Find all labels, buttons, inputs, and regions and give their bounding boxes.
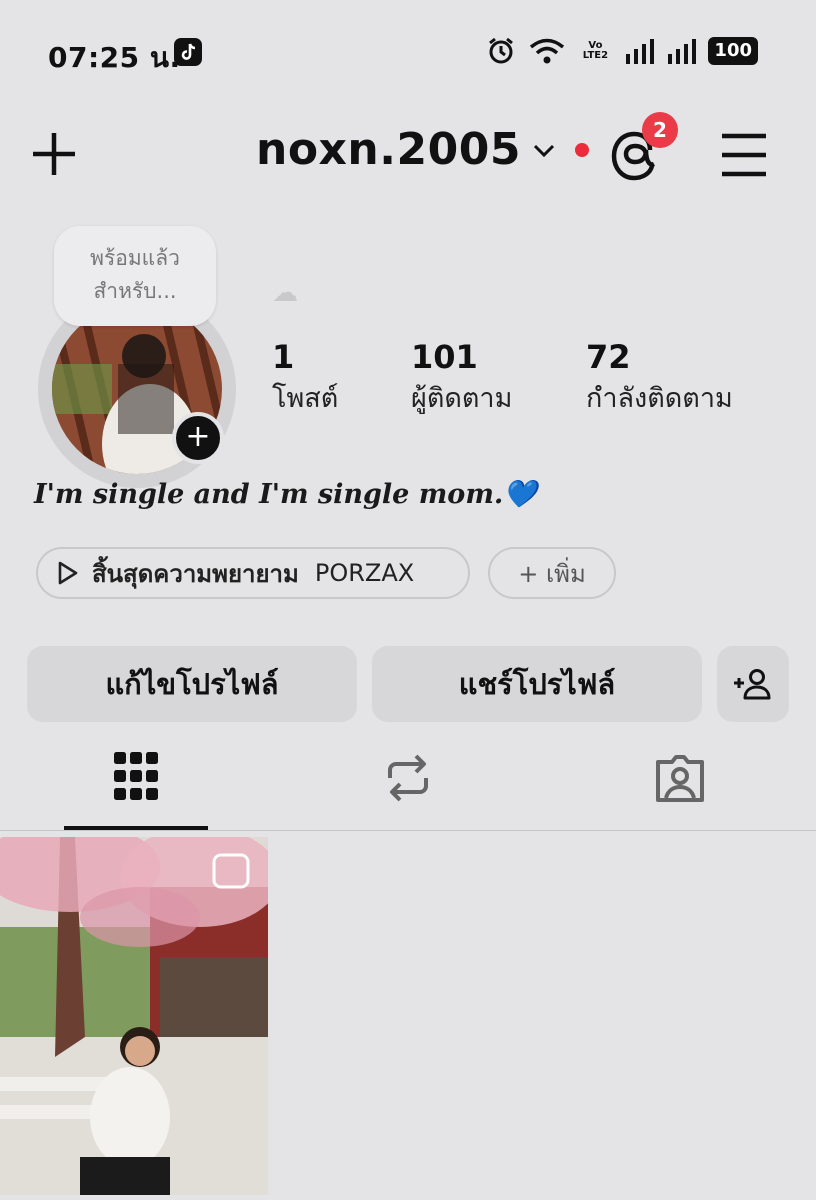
stat-value: 101 (411, 338, 478, 376)
cloud-icon: ☁ (272, 278, 298, 308)
add-user-icon (734, 669, 771, 700)
grid-icon (114, 752, 158, 800)
add-story-button[interactable]: + (172, 412, 224, 464)
notification-dot (574, 142, 589, 157)
account-switcher[interactable]: noxn.2005 (256, 124, 589, 175)
chevron-down-icon[interactable] (531, 140, 557, 160)
wifi-icon (530, 38, 565, 64)
stat-posts[interactable]: 1 โพสต์ (272, 338, 338, 419)
stat-value: 1 (272, 338, 295, 376)
stat-following[interactable]: 72 กำลังติดตาม (586, 338, 733, 419)
status-icons: Vo LTE2 100 (486, 36, 758, 66)
tab-divider (0, 830, 816, 831)
tagged-icon (656, 755, 704, 802)
bio-text: I'm single and I'm single mom.💙 (34, 479, 537, 510)
note-text-line1: พร้อมแล้ว (90, 246, 180, 270)
music-title: สิ้นสุดความพยายาม (92, 559, 299, 588)
stat-followers[interactable]: 101 ผู้ติดตาม (411, 338, 512, 419)
stat-label: โพสต์ (272, 383, 339, 414)
hamburger-menu-icon[interactable] (720, 132, 768, 178)
stat-label: ผู้ติดตาม (411, 383, 513, 414)
alarm-icon (489, 37, 514, 64)
reposts-tab[interactable] (384, 752, 432, 808)
note-bubble[interactable]: พร้อมแล้ว สำหรับ... (54, 226, 216, 326)
grid-tab[interactable] (112, 750, 160, 808)
volte-icon: Vo LTE2 (582, 40, 609, 61)
music-artist: PORZAX (314, 559, 415, 587)
username[interactable]: noxn.2005 (256, 124, 521, 175)
battery-indicator: 100 (708, 37, 758, 65)
signal-icon (668, 39, 697, 64)
stat-value: 72 (586, 338, 631, 376)
post-thumbnail[interactable] (0, 837, 268, 1195)
signal-icon (626, 39, 655, 64)
threads-badge: 2 (642, 112, 678, 148)
plus-icon[interactable] (30, 130, 78, 178)
share-profile-button[interactable]: แชร์โปรไฟล์ (372, 646, 702, 722)
music-pill[interactable]: สิ้นสุดความพยายาม PORZAX (36, 547, 470, 599)
note-text-line2: สำหรับ... (93, 279, 177, 303)
tagged-tab[interactable] (654, 752, 706, 808)
play-icon (58, 561, 78, 585)
reposts-icon (388, 754, 428, 802)
edit-profile-button[interactable]: แก้ไขโปรไฟล์ (27, 646, 357, 722)
tiktok-icon (174, 38, 202, 66)
add-user-button[interactable] (717, 646, 789, 722)
add-link-button[interactable]: + เพิ่ม (488, 547, 616, 599)
status-time: 07:25 น. (48, 41, 181, 74)
stat-label: กำลังติดตาม (586, 383, 733, 414)
